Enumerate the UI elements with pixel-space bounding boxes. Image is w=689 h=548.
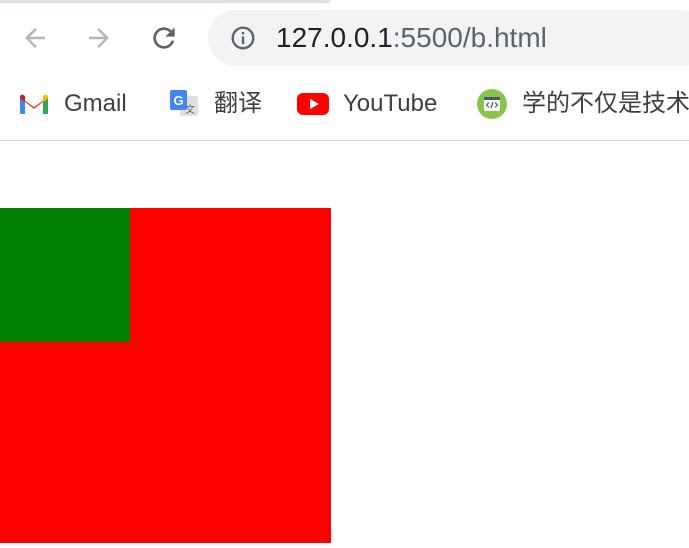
back-arrow-icon [20,23,50,53]
gmail-icon [18,88,50,120]
url-text[interactable]: 127.0.0.1:5500/b.html [276,21,547,55]
forward-arrow-icon [84,23,114,53]
svg-text:文: 文 [185,103,195,116]
inner-green-box [0,208,130,342]
bookmark-tech[interactable]: 学的不仅是技术 [476,84,689,124]
back-button[interactable] [17,20,53,56]
google-translate-icon: G 文 [168,88,200,120]
url-host: 127.0.0.1 [276,22,393,53]
page-content [0,141,689,548]
bookmark-label: YouTube [343,90,438,117]
reload-button[interactable] [146,20,182,56]
reload-icon [148,22,180,54]
bookmark-gmail[interactable]: Gmail [18,84,127,124]
url-path: :5500/b.html [392,22,547,53]
svg-text:G: G [173,93,183,108]
bookmark-youtube[interactable]: YouTube [297,84,437,124]
bookmark-label: 翻译 [214,90,262,117]
address-bar[interactable]: 127.0.0.1:5500/b.html [208,10,689,66]
bookmark-translate[interactable]: G 文 翻译 [168,84,262,124]
code-icon [476,88,508,120]
bookmark-label: Gmail [64,90,127,117]
tab-strip-edge [0,0,330,3]
bookmarks-bar: Gmail G 文 翻译 YouTube 学的不仅是技术 [0,84,689,124]
info-icon[interactable] [230,25,256,51]
browser-chrome: 127.0.0.1:5500/b.html Gmail G 文 翻译 YouTu… [0,0,689,141]
outer-red-box [0,208,331,543]
youtube-icon [297,88,329,120]
bookmark-label: 学的不仅是技术 [522,90,689,117]
forward-button[interactable] [81,20,117,56]
